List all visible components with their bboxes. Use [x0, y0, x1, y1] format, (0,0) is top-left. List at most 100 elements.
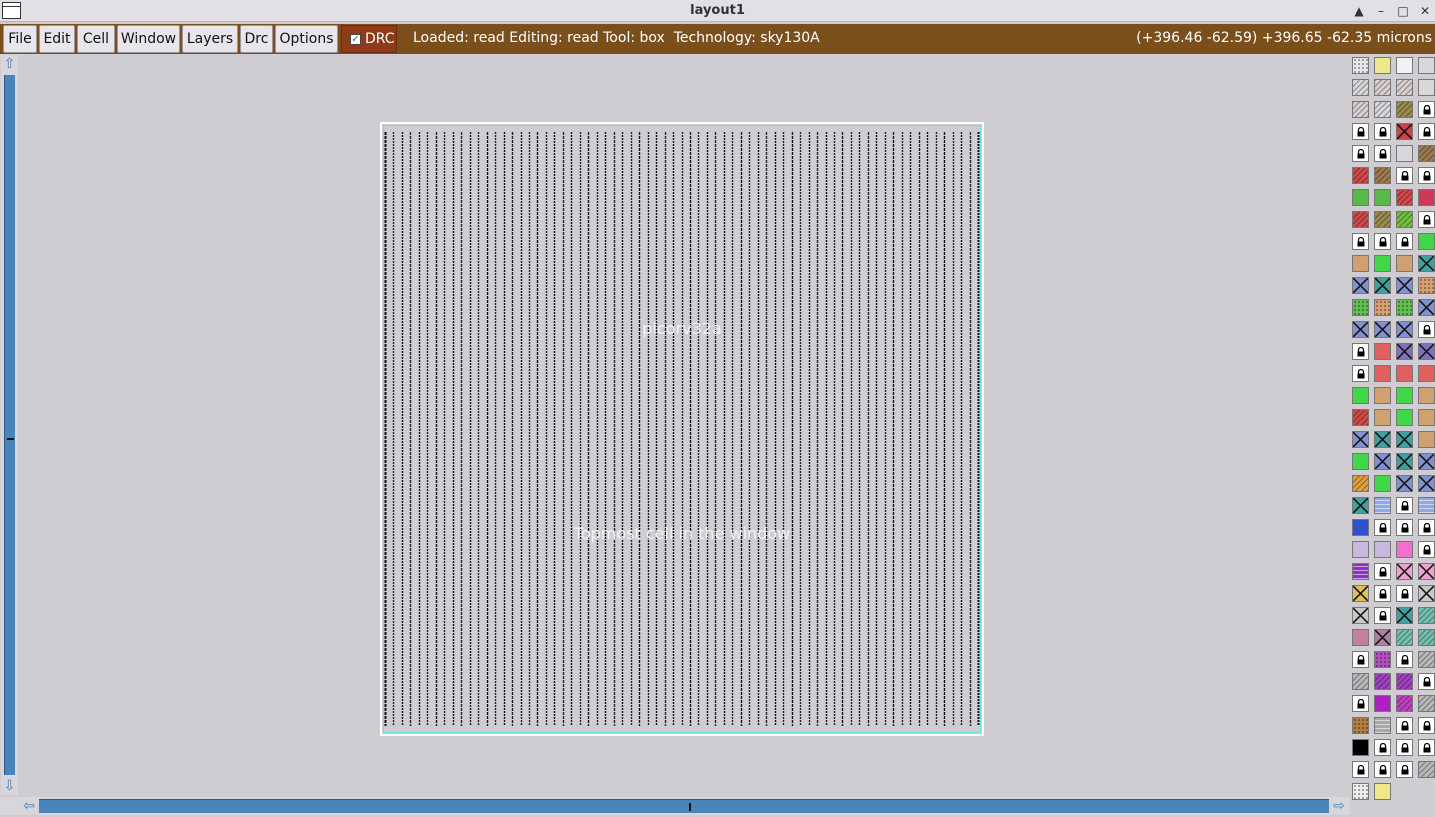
layer-swatch-teal-x[interactable]: [1374, 431, 1391, 448]
layer-swatch-salmon[interactable]: [1418, 365, 1435, 382]
layer-swatch-olive[interactable]: [1396, 101, 1413, 118]
layer-swatch-locked[interactable]: [1418, 211, 1435, 228]
scroll-left-icon[interactable]: ⇦: [20, 797, 38, 815]
layer-swatch-tan[interactable]: [1374, 409, 1391, 426]
layer-swatch-red[interactable]: [1352, 409, 1369, 426]
layer-swatch-locked[interactable]: [1352, 343, 1369, 360]
layer-swatch-purple-x[interactable]: [1418, 343, 1435, 360]
layer-swatch-locked[interactable]: [1374, 233, 1391, 250]
layer-swatch-mauve-x[interactable]: [1374, 629, 1391, 646]
layer-swatch-plain[interactable]: [1396, 145, 1413, 162]
horizontal-scroll-thumb[interactable]: [689, 803, 691, 811]
layer-swatch-blue-x[interactable]: [1352, 277, 1369, 294]
layer-swatch-green-dots[interactable]: [1396, 299, 1413, 316]
menu-file[interactable]: File: [3, 25, 37, 53]
layer-swatch-locked[interactable]: [1352, 233, 1369, 250]
vertical-scroll-thumb[interactable]: [7, 438, 14, 440]
layer-swatch-yellow[interactable]: [1374, 57, 1391, 74]
layer-swatch-locked[interactable]: [1396, 761, 1413, 778]
menu-window[interactable]: Window: [117, 25, 180, 53]
layer-swatch-blue-x[interactable]: [1352, 321, 1369, 338]
layer-swatch-locked[interactable]: [1418, 321, 1435, 338]
layer-swatch-diag-light[interactable]: [1374, 79, 1391, 96]
layer-swatch-locked[interactable]: [1374, 739, 1391, 756]
layer-swatch-gray-diag[interactable]: [1418, 695, 1435, 712]
layer-swatch-bright-green[interactable]: [1374, 475, 1391, 492]
layer-swatch-locked[interactable]: [1374, 563, 1391, 580]
layer-swatch-diag-dark[interactable]: [1352, 79, 1369, 96]
layer-swatch-bright-green[interactable]: [1352, 453, 1369, 470]
layer-swatch-teal-x[interactable]: [1352, 497, 1369, 514]
layer-swatch-blue-x[interactable]: [1396, 475, 1413, 492]
layer-swatch-bright-green[interactable]: [1418, 233, 1435, 250]
layer-swatch-locked[interactable]: [1374, 761, 1391, 778]
layer-swatch-lavender[interactable]: [1374, 541, 1391, 558]
layer-swatch-plain[interactable]: [1418, 79, 1435, 96]
horizontal-scroll-track[interactable]: [39, 799, 1329, 813]
layer-swatch-locked[interactable]: [1374, 123, 1391, 140]
layer-swatch-teal-x[interactable]: [1396, 607, 1413, 624]
layer-swatch-locked[interactable]: [1352, 365, 1369, 382]
layer-swatch-diag-light[interactable]: [1352, 101, 1369, 118]
layer-swatch-blue-x[interactable]: [1396, 321, 1413, 338]
layer-swatch-blue-x[interactable]: [1396, 277, 1413, 294]
layer-swatch-locked[interactable]: [1396, 233, 1413, 250]
menu-options[interactable]: Options: [275, 25, 338, 53]
layer-swatch-black[interactable]: [1352, 739, 1369, 756]
layer-swatch-gray-x[interactable]: [1352, 607, 1369, 624]
layer-swatch-orange-diag[interactable]: [1352, 475, 1369, 492]
layer-swatch-bright-green[interactable]: [1352, 387, 1369, 404]
layer-swatch-locked[interactable]: [1352, 651, 1369, 668]
layer-swatch-wave-blue[interactable]: [1418, 497, 1435, 514]
layer-swatch-blue-x[interactable]: [1352, 431, 1369, 448]
layer-swatch-bright-green[interactable]: [1396, 409, 1413, 426]
layer-swatch-teal-x[interactable]: [1418, 255, 1435, 272]
vertical-scroll-track[interactable]: [4, 75, 15, 775]
layer-swatch-blue-x[interactable]: [1374, 321, 1391, 338]
layer-swatch-gray-diag[interactable]: [1418, 651, 1435, 668]
layer-swatch-purple-diag[interactable]: [1374, 673, 1391, 690]
layer-swatch-gray-x[interactable]: [1418, 585, 1435, 602]
layer-swatch-locked[interactable]: [1418, 101, 1435, 118]
minimize-icon[interactable]: –: [1372, 2, 1390, 20]
layer-swatch-tan[interactable]: [1396, 255, 1413, 272]
layer-swatch-locked[interactable]: [1396, 497, 1413, 514]
scroll-right-icon[interactable]: ⇨: [1330, 797, 1348, 815]
layer-swatch-pink[interactable]: [1396, 541, 1413, 558]
menu-edit[interactable]: Edit: [39, 25, 75, 53]
layer-swatch-green-dots[interactable]: [1352, 299, 1369, 316]
layer-swatch-locked[interactable]: [1352, 761, 1369, 778]
layer-swatch-magenta[interactable]: [1374, 695, 1391, 712]
layer-swatch-red-x[interactable]: [1396, 123, 1413, 140]
scroll-down-icon[interactable]: ⇩: [1, 777, 18, 795]
layer-swatch-plain[interactable]: [1418, 57, 1435, 74]
layer-swatch-locked[interactable]: [1418, 167, 1435, 184]
layer-swatch-crimson[interactable]: [1418, 189, 1435, 206]
layer-swatch-locked[interactable]: [1418, 673, 1435, 690]
layer-swatch-green-diag[interactable]: [1396, 211, 1413, 228]
layer-swatch-diag-dark[interactable]: [1374, 101, 1391, 118]
layer-swatch-red[interactable]: [1352, 211, 1369, 228]
layer-swatch-locked[interactable]: [1418, 739, 1435, 756]
layer-swatch-lavender[interactable]: [1352, 541, 1369, 558]
layer-swatch-locked[interactable]: [1352, 145, 1369, 162]
layer-swatch-locked[interactable]: [1396, 651, 1413, 668]
layer-swatch-salmon[interactable]: [1374, 343, 1391, 360]
layer-swatch-gray-diag[interactable]: [1352, 673, 1369, 690]
layer-swatch-purple-dots[interactable]: [1374, 651, 1391, 668]
layer-swatch-locked[interactable]: [1374, 145, 1391, 162]
layer-swatch-locked[interactable]: [1374, 585, 1391, 602]
layer-swatch-pink-x[interactable]: [1418, 563, 1435, 580]
layer-swatch-salmon[interactable]: [1374, 365, 1391, 382]
layer-swatch-brown[interactable]: [1374, 167, 1391, 184]
layer-swatch-gray-wave[interactable]: [1374, 717, 1391, 734]
layer-swatch-purple-diag[interactable]: [1396, 673, 1413, 690]
layer-swatch-tan[interactable]: [1374, 387, 1391, 404]
layer-swatch-locked[interactable]: [1418, 541, 1435, 558]
layer-swatch-tan[interactable]: [1418, 409, 1435, 426]
layer-swatch-locked[interactable]: [1418, 519, 1435, 536]
layer-swatch-brown-dots[interactable]: [1352, 717, 1369, 734]
layer-swatch-blue-x[interactable]: [1418, 453, 1435, 470]
maximize-icon[interactable]: □: [1394, 2, 1412, 20]
layer-swatch-yellow[interactable]: [1374, 783, 1391, 800]
